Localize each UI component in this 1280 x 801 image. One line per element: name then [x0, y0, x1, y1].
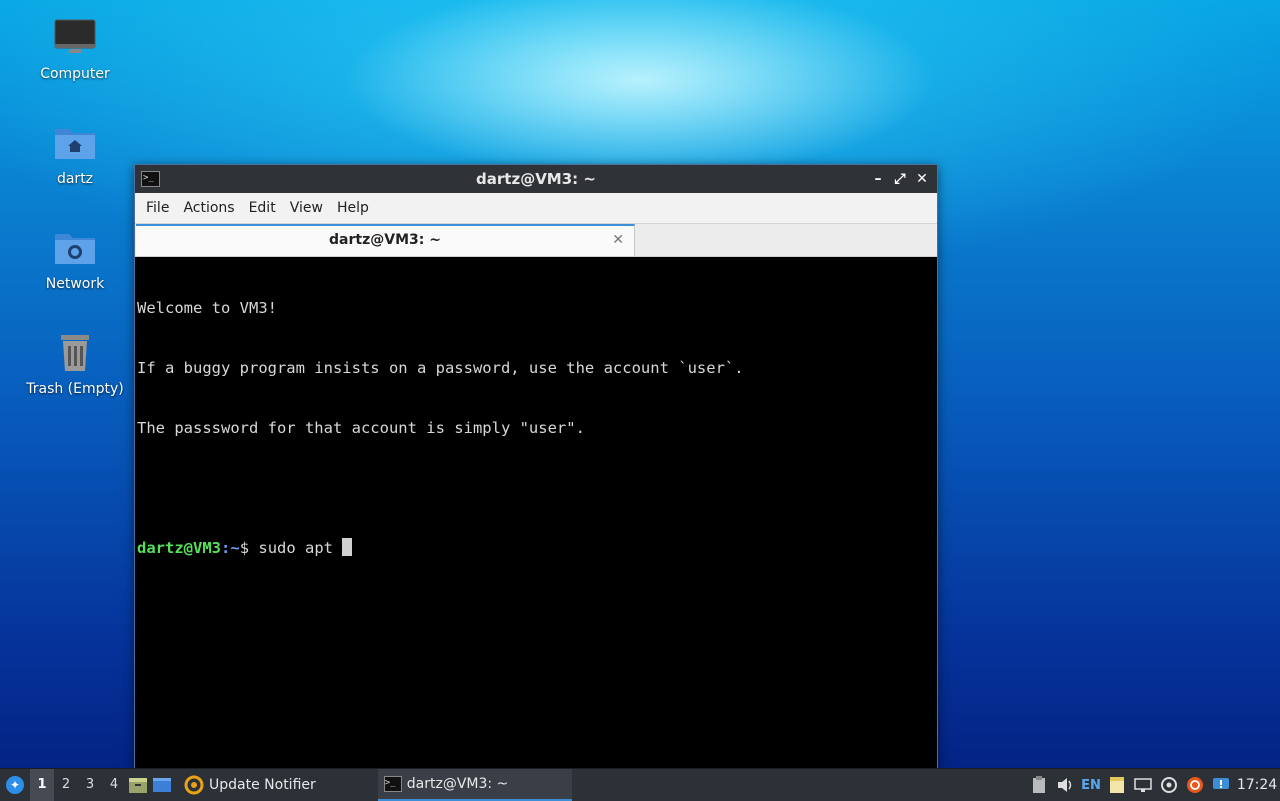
taskbar: ✦ 1 2 3 4 Update Notifier >_ dartz@VM3: … [0, 768, 1280, 801]
minimize-button[interactable]: – [869, 165, 887, 193]
network-svg [1134, 778, 1152, 792]
terminal-window[interactable]: >_ dartz@VM3: ~ – ⤢ ✕ File Actions Edit … [134, 164, 938, 770]
clock[interactable]: 17:24 [1234, 777, 1280, 793]
terminal-task-icon: >_ [383, 776, 402, 792]
update-icon[interactable] [1182, 769, 1208, 801]
clipboard-icon[interactable] [1026, 769, 1052, 801]
system-tray: EN 17:24 [1026, 769, 1280, 801]
show-desktop-launcher[interactable] [150, 769, 174, 801]
power-update-svg [1187, 777, 1203, 793]
prompt-dollar: $ [239, 539, 259, 557]
show-desktop-icon [153, 778, 171, 792]
terminal-app-icon: >_ [141, 171, 160, 187]
desktop-icon-label: Computer [40, 66, 110, 82]
notes-icon[interactable] [1104, 769, 1130, 801]
terminal-prompt-line: dartz@VM3:~$ sudo apt [137, 538, 935, 558]
desktop-icon-label: Trash (Empty) [26, 381, 124, 397]
workspace-4[interactable]: 4 [102, 769, 126, 801]
desktop-icon-label: Network [45, 276, 105, 292]
task-label: Update Notifier [209, 777, 316, 793]
task-update-notifier[interactable]: Update Notifier [178, 769, 322, 801]
network-status-icon[interactable] [1130, 769, 1156, 801]
clipboard-svg [1033, 776, 1045, 793]
desktop-icon-home-folder[interactable]: dartz [20, 121, 130, 187]
tab-close-icon[interactable]: ✕ [612, 226, 624, 254]
tab-terminal[interactable]: dartz@VM3: ~ ✕ [136, 224, 635, 256]
notes-svg [1110, 777, 1124, 793]
volume-icon[interactable] [1052, 769, 1078, 801]
close-button[interactable]: ✕ [913, 165, 931, 193]
notification-svg [1213, 778, 1229, 789]
menubar: File Actions Edit View Help [135, 193, 937, 224]
speaker-svg [1058, 778, 1072, 792]
menu-view[interactable]: View [283, 193, 330, 223]
window-titlebar[interactable]: >_ dartz@VM3: ~ – ⤢ ✕ [135, 165, 937, 193]
lubuntu-logo-icon: ✦ [6, 776, 24, 794]
prompt-user: dartz@VM3 [137, 539, 221, 557]
terminal-line: Welcome to VM3! [137, 299, 277, 317]
tab-label: dartz@VM3: ~ [329, 232, 441, 248]
terminal-command: sudo apt [258, 539, 343, 557]
network-folder-icon [53, 226, 97, 270]
terminal-output[interactable]: Welcome to VM3! If a buggy program insis… [137, 258, 935, 769]
terminal-cursor [342, 538, 353, 556]
prompt-path: ~ [230, 539, 240, 557]
desktop-icon-computer[interactable]: Computer [20, 16, 130, 82]
menu-file[interactable]: File [139, 193, 176, 223]
sync-svg [1161, 777, 1177, 793]
file-manager-launcher[interactable] [126, 769, 150, 801]
desktop-icon-network[interactable]: Network [20, 226, 130, 292]
workspace-2[interactable]: 2 [54, 769, 78, 801]
computer-icon [53, 16, 97, 60]
desktop-icon-label: dartz [56, 171, 94, 187]
home-folder-icon [53, 121, 97, 165]
task-label: dartz@VM3: ~ [406, 776, 509, 792]
menu-help[interactable]: Help [330, 193, 376, 223]
window-title: dartz@VM3: ~ [476, 170, 596, 188]
file-manager-icon [129, 778, 147, 793]
desktop-icon-trash[interactable]: Trash (Empty) [20, 331, 130, 397]
terminal-line: The passsword for that account is simply… [137, 419, 585, 437]
notification-icon[interactable] [1208, 769, 1234, 801]
prompt-separator: : [221, 539, 231, 557]
trash-icon [53, 331, 97, 375]
update-notifier-icon [184, 775, 204, 795]
tab-bar: dartz@VM3: ~ ✕ [135, 224, 937, 257]
menu-edit[interactable]: Edit [242, 193, 283, 223]
task-terminal[interactable]: >_ dartz@VM3: ~ [377, 769, 572, 801]
sync-icon[interactable] [1156, 769, 1182, 801]
workspace-1[interactable]: 1 [30, 769, 54, 801]
menu-actions[interactable]: Actions [176, 193, 241, 223]
keyboard-layout-indicator[interactable]: EN [1078, 769, 1104, 801]
start-menu-button[interactable]: ✦ [0, 769, 30, 801]
window-controls: – ⤢ ✕ [869, 165, 931, 193]
workspace-3[interactable]: 3 [78, 769, 102, 801]
terminal-line: If a buggy program insists on a password… [137, 359, 744, 377]
maximize-button[interactable]: ⤢ [891, 165, 909, 193]
